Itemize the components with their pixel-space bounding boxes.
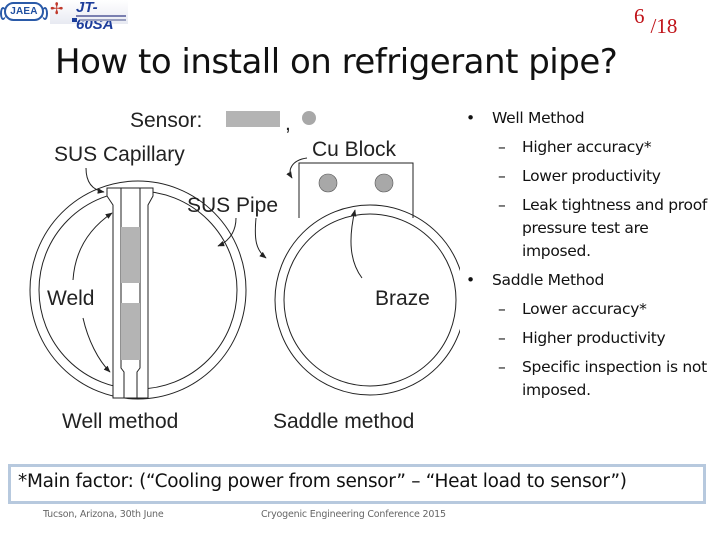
bullet-well-method: • Well Method (466, 104, 716, 133)
well-method-label: Well method (62, 410, 178, 433)
sensor-dot-swatch (302, 111, 316, 125)
bullet-saddle-method: • Saddle Method (466, 266, 716, 295)
sub-bullet: – Leak tightness and proof pressure test … (466, 191, 716, 266)
dash: – (498, 196, 506, 214)
sub-bullet: – Higher accuracy* (466, 133, 716, 162)
main-factor-text: *Main factor: (“Cooling power from senso… (18, 471, 627, 492)
saddle-pipe-outer-wall (274, 204, 460, 396)
weld-label: Weld (47, 287, 94, 310)
sub-bullet: – Higher productivity (466, 324, 716, 353)
page-number: 6/18 (634, 4, 677, 38)
dash: – (498, 329, 506, 347)
jt60sa-emblem-icon: ✢ (50, 1, 64, 18)
installation-diagram: Sensor: , SUS Capillary Cu Block SUS Pip… (29, 109, 460, 433)
dash: – (498, 300, 506, 318)
sensor-legend-separator: , (285, 112, 291, 135)
weld-arrow-lower (82, 317, 111, 373)
dash: – (498, 167, 506, 185)
saddle-sensor-right (374, 173, 394, 193)
jt60sa-subtitle-line-2 (80, 19, 126, 21)
footer-location-date: Tucson, Arizona, 30th June (43, 509, 164, 520)
cu-block-label: Cu Block (312, 138, 397, 161)
braze-arrow (350, 209, 363, 279)
bullet-label: Saddle Method (492, 271, 605, 289)
dash: – (498, 138, 506, 156)
sub-bullet-text: Lower accuracy* (522, 300, 647, 318)
jt60sa-subtitle-line (76, 15, 126, 17)
sub-bullet-text: Lower productivity (522, 167, 661, 185)
well-sensor-upper (121, 227, 140, 283)
cu-block (298, 162, 414, 218)
footer-conference: Cryogenic Engineering Conference 2015 (261, 509, 446, 520)
sus-capillary-arrow (85, 167, 105, 194)
bullet-dot: • (466, 109, 475, 127)
slide-title: How to install on refrigerant pipe? (55, 42, 618, 82)
sus-pipe-arrow-saddle (254, 217, 267, 259)
bullet-label: Well Method (492, 109, 585, 127)
jaea-logo: JAEA (0, 2, 48, 21)
sub-bullet: – Lower productivity (466, 162, 716, 191)
sub-bullet: – Lower accuracy* (466, 295, 716, 324)
sub-bullet-text: Specific inspection is not imposed. (522, 358, 707, 399)
saddle-pipe-inner-wall (283, 213, 457, 387)
bullet-dot: • (466, 271, 475, 289)
dash: – (498, 358, 506, 376)
eu-flag-icon (72, 18, 77, 22)
page-current: 6 (634, 4, 645, 28)
jaea-logo-text: JAEA (10, 6, 38, 17)
saddle-method-label: Saddle method (273, 410, 414, 433)
well-sensor-lower (121, 303, 140, 360)
braze-label: Braze (375, 287, 430, 310)
saddle-sensor-left (318, 173, 338, 193)
sub-bullet: – Specific inspection is not imposed. (466, 353, 716, 405)
sub-bullet-text: Leak tightness and proof pressure test a… (522, 196, 708, 260)
sub-bullet-text: Higher accuracy* (522, 138, 652, 156)
well-tube (106, 187, 154, 399)
sensor-legend-label: Sensor: (130, 109, 202, 132)
jt60sa-logo: ✢ JT-60SA (50, 0, 128, 33)
weld-arrow-upper (72, 212, 113, 281)
comparison-list: • Well Method – Higher accuracy* – Lower p… (466, 104, 716, 405)
sus-pipe-arrow-well (217, 217, 237, 247)
saddle-pipe (274, 204, 460, 396)
page-total: /18 (650, 14, 678, 38)
sensor-rect-swatch (226, 111, 280, 127)
sus-capillary-label: SUS Capillary (54, 143, 185, 166)
sub-bullet-text: Higher productivity (522, 329, 666, 347)
